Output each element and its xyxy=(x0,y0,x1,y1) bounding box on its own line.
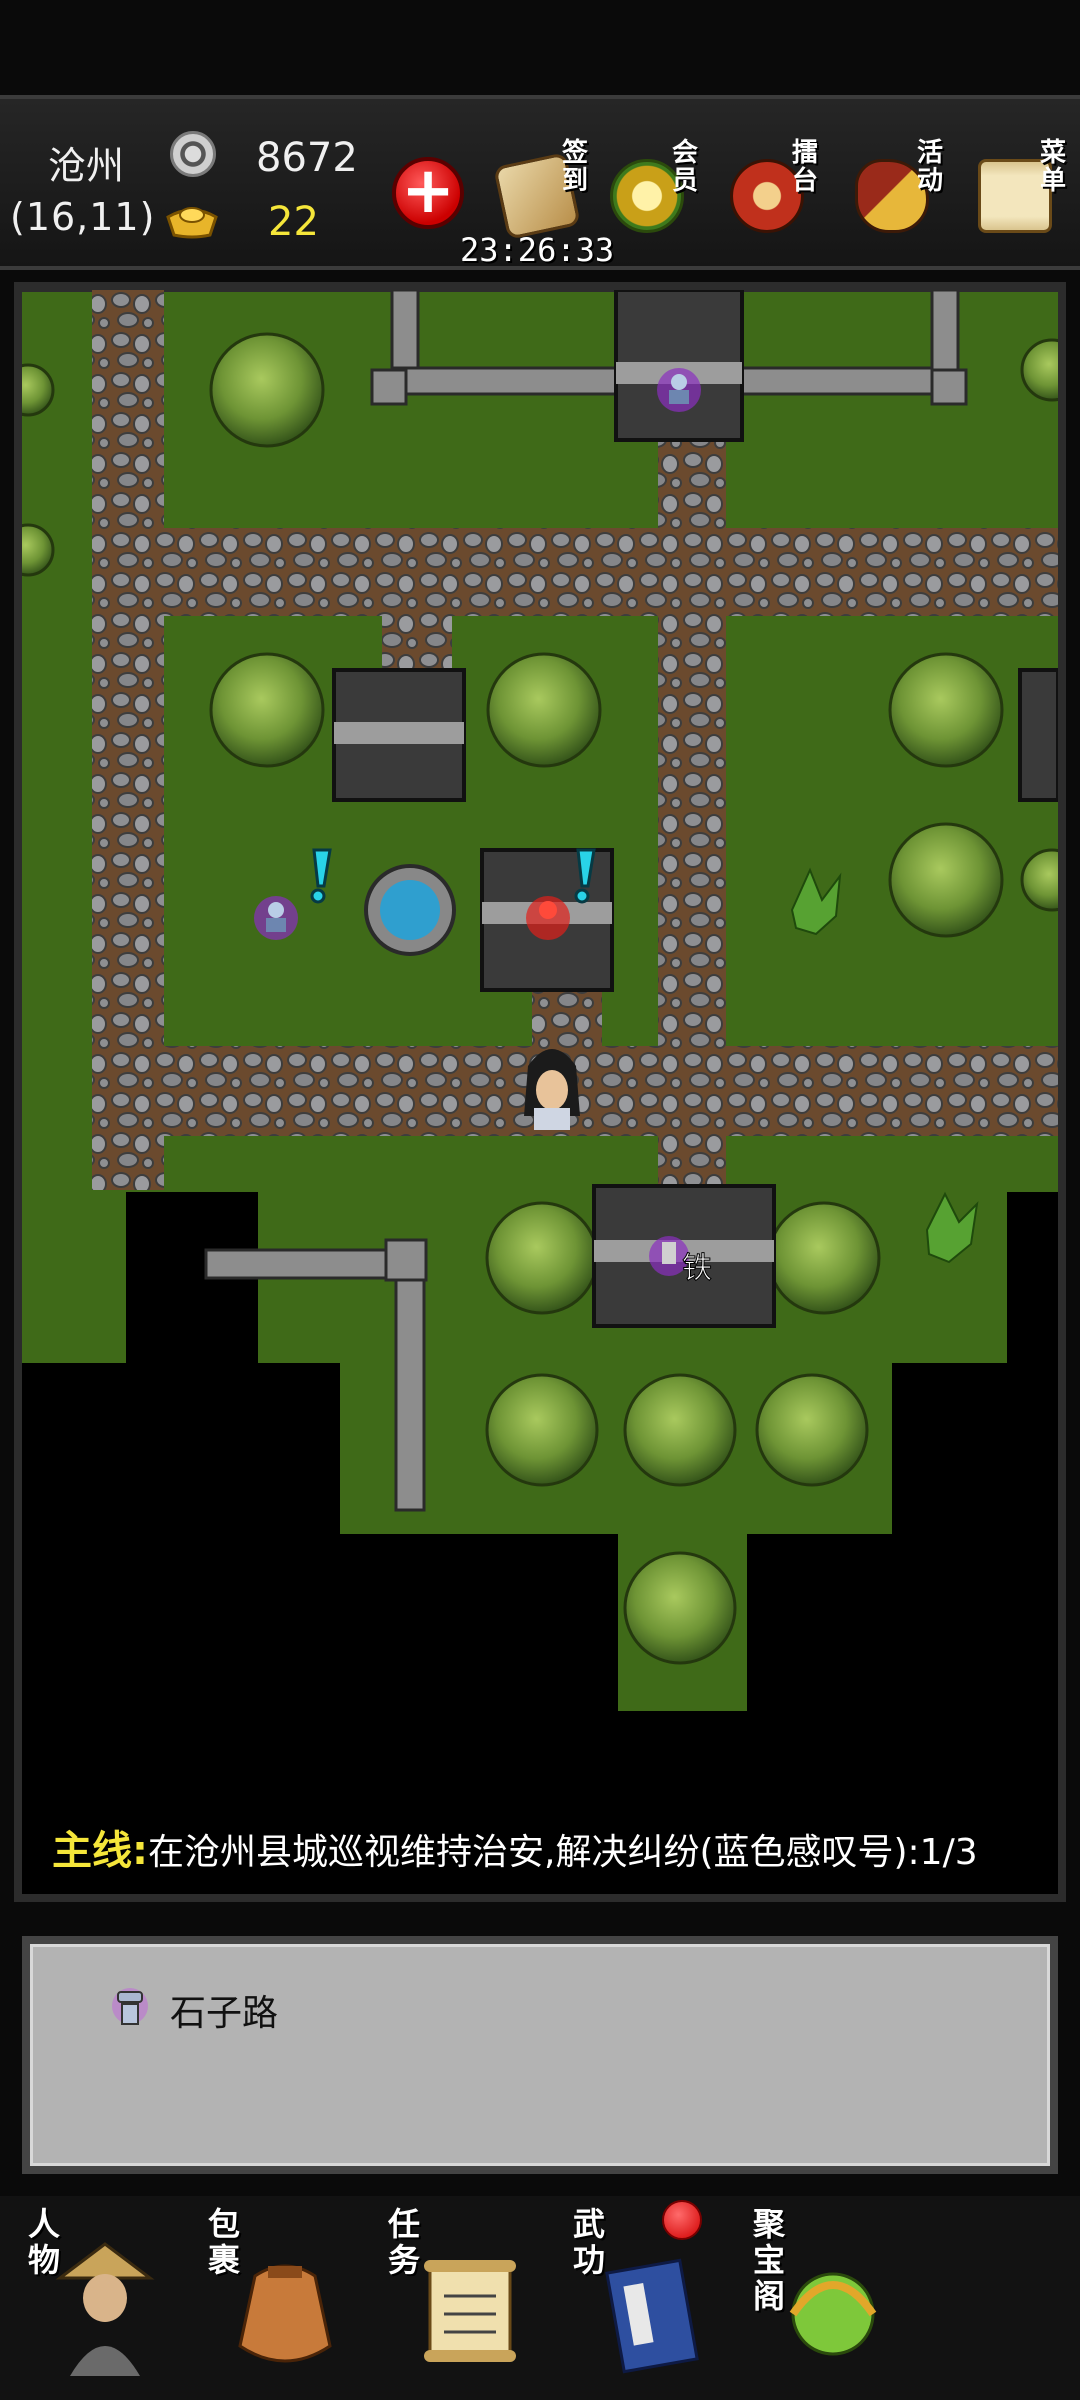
checkin-timer: 23:26:33 xyxy=(460,231,615,269)
nav-quests[interactable]: 任务 xyxy=(370,2206,540,2396)
npc-purple-left[interactable] xyxy=(254,896,298,940)
location-name: 沧州 xyxy=(48,144,125,188)
map-canvas[interactable]: 铁 xyxy=(22,290,1058,1894)
blacksmith-marker-label: 铁 xyxy=(682,1251,712,1286)
silver-coin-icon xyxy=(170,131,216,177)
vip-button[interactable]: 会员 xyxy=(600,139,700,249)
location-coordinates: (16,11) xyxy=(10,195,156,239)
menu-button[interactable]: 菜单 xyxy=(968,139,1068,249)
quest-scroll-icon xyxy=(424,2260,516,2362)
character-icon xyxy=(55,2242,155,2376)
checkin-label: 签到 xyxy=(562,138,589,196)
arena-label: 擂台 xyxy=(792,138,819,196)
quest-text: 在沧州县城巡视维持治安,解决纠纷(蓝色感叹号):1/3 xyxy=(148,1832,978,1873)
vip-label: 会员 xyxy=(672,138,699,196)
events-label: 活动 xyxy=(917,138,944,196)
top-status-bar: 沧州 (16,11) 8672 22 + 签到 会员 擂台 活动 菜单 23:2… xyxy=(0,95,1080,270)
nav-bag[interactable]: 包裹 xyxy=(190,2206,360,2396)
main-quest-tracker[interactable]: 主线:在沧州县城巡视维持治安,解决纠纷(蓝色感叹号):1/3 xyxy=(52,1818,978,1876)
events-button[interactable]: 活动 xyxy=(845,139,945,249)
bottom-nav: 人物 包裹 任务 武功 聚宝阁 xyxy=(0,2196,1080,2400)
quest-tag: 主线 xyxy=(52,1828,132,1874)
plus-icon: + xyxy=(401,154,455,228)
martial-book-icon xyxy=(605,2258,699,2374)
nav-treasure[interactable]: 聚宝阁 xyxy=(735,2206,905,2396)
add-currency-button[interactable]: + xyxy=(392,157,464,229)
npc-purple-top[interactable] xyxy=(657,368,701,412)
arena-button[interactable]: 擂台 xyxy=(720,139,820,249)
stone-path-icon xyxy=(112,1988,148,2025)
water-well xyxy=(364,864,456,956)
nav-martial-arts[interactable]: 武功 xyxy=(555,2206,725,2396)
gold-ingot-icon xyxy=(166,207,218,239)
tile-name: 石子路 xyxy=(170,1993,279,2034)
npc-red[interactable] xyxy=(526,896,570,940)
treasure-icon xyxy=(789,2272,877,2356)
silver-amount: 8672 xyxy=(256,135,358,181)
notification-badge xyxy=(662,2200,702,2240)
tile-info-panel: 石子路 xyxy=(22,1936,1058,2174)
bag-icon xyxy=(238,2264,332,2363)
gold-amount: 22 xyxy=(268,199,319,245)
nav-character[interactable]: 人物 xyxy=(10,2206,180,2396)
world-map[interactable]: 铁 主线:在沧州县城巡视维持治安,解决纠纷(蓝色感叹号):1/3 xyxy=(14,282,1066,1902)
menu-label: 菜单 xyxy=(1040,138,1067,196)
quest-separator: : xyxy=(132,1828,148,1874)
